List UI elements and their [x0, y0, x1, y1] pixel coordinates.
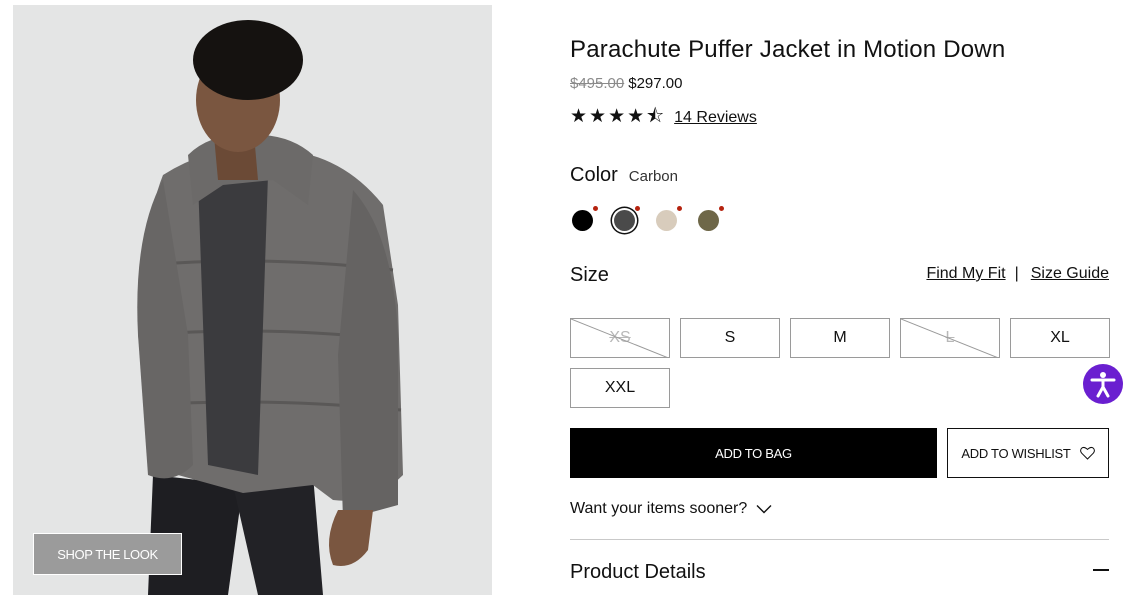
- price-block: $495.00 $297.00: [570, 75, 682, 92]
- swatch-indicator-dot: [593, 206, 598, 211]
- product-details-toggle[interactable]: Product Details: [570, 561, 706, 584]
- delivery-options-label: Want your items sooner?: [570, 500, 748, 517]
- color-swatch-beige[interactable]: [656, 206, 682, 231]
- unavailable-strike-icon: [571, 319, 668, 357]
- delivery-options-toggle[interactable]: Want your items sooner?: [570, 500, 772, 518]
- color-swatch-carbon[interactable]: [614, 206, 640, 231]
- size-guide-link[interactable]: Size Guide: [1031, 265, 1109, 283]
- size-option-label: S: [724, 329, 736, 346]
- size-option-label: XXL: [604, 379, 636, 396]
- size-label: Size: [570, 264, 609, 286]
- original-price: $495.00: [570, 75, 625, 92]
- swatch-indicator-dot: [635, 206, 640, 211]
- size-option-s[interactable]: S: [680, 318, 780, 358]
- shop-the-look-button[interactable]: SHOP THE LOOK: [33, 533, 182, 575]
- color-swatches: [570, 206, 770, 234]
- product-image: SHOP THE LOOK: [13, 5, 492, 595]
- unavailable-strike-icon: [901, 319, 998, 357]
- product-title: Parachute Puffer Jacket in Motion Down: [570, 36, 1006, 63]
- rating-row: ★★★★⯪ 14 Reviews: [570, 102, 757, 134]
- add-to-wishlist-button[interactable]: ADD TO WISHLIST: [947, 428, 1109, 478]
- color-swatch-black[interactable]: [572, 206, 598, 231]
- selected-color-name: Carbon: [628, 168, 678, 185]
- color-heading: Color Carbon: [570, 164, 678, 187]
- rating-stars-icon: ★★★★⯪: [570, 106, 667, 127]
- find-my-fit-link[interactable]: Find My Fit: [926, 265, 1005, 283]
- add-to-bag-button[interactable]: ADD TO BAG: [570, 428, 937, 478]
- size-option-xl[interactable]: XL: [1010, 318, 1110, 358]
- add-to-wishlist-label: ADD TO WISHLIST: [961, 445, 1071, 461]
- model-photo: [13, 5, 492, 595]
- chevron-down-icon: [756, 504, 772, 514]
- color-swatch-olive[interactable]: [698, 206, 724, 231]
- swatch-indicator-dot: [677, 206, 682, 211]
- size-option-m[interactable]: M: [790, 318, 890, 358]
- size-option-xxl[interactable]: XXL: [570, 368, 670, 408]
- heart-icon: [1079, 446, 1095, 460]
- size-option-label: XL: [1050, 329, 1070, 346]
- link-separator: |: [1014, 265, 1019, 282]
- collapse-minus-icon[interactable]: [1093, 569, 1109, 571]
- size-option-label: M: [833, 329, 847, 346]
- reviews-link[interactable]: 14 Reviews: [674, 109, 757, 127]
- accessibility-person-icon: [1090, 372, 1116, 398]
- size-option-xs[interactable]: XS: [570, 318, 670, 358]
- section-divider: [570, 539, 1109, 540]
- accessibility-button[interactable]: [1083, 364, 1123, 404]
- size-option-l[interactable]: L: [900, 318, 1000, 358]
- fit-links: Find My Fit | Size Guide: [926, 265, 1109, 283]
- swatch-indicator-dot: [719, 206, 724, 211]
- color-label: Color: [570, 164, 618, 186]
- sale-price: $297.00: [628, 75, 683, 92]
